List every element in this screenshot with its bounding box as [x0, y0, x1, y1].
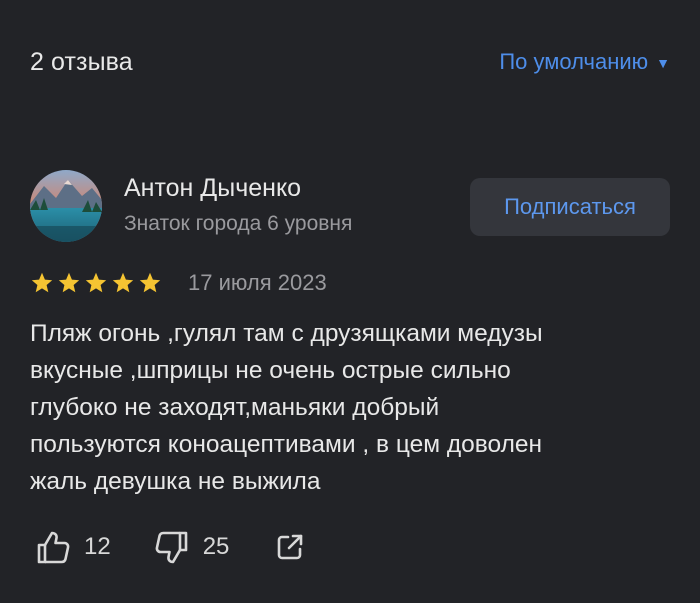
review-text-line: жаль девушка не выжила [30, 468, 321, 495]
rating-stars [30, 271, 162, 295]
thumbs-down-icon [155, 531, 188, 564]
star-icon [31, 272, 53, 293]
reviews-header: 2 отзыва По умолчанию ▼ [30, 42, 670, 82]
star-icon [139, 272, 161, 293]
sort-dropdown[interactable]: По умолчанию ▼ [499, 49, 670, 75]
avatar[interactable] [30, 170, 102, 242]
likes-count: 12 [84, 533, 111, 560]
review-text-line: пользуются коноацептивами , в цем доволе… [30, 431, 543, 458]
sort-label: По умолчанию [499, 49, 649, 74]
thumbs-up-icon [37, 531, 70, 564]
review-text-line: вкусные ,шприцы не очень острые сильно [30, 357, 511, 384]
review-text: Пляж огонь ,гулял там с друзящками медуз… [30, 315, 670, 500]
dislike-button[interactable]: 25 [153, 528, 230, 566]
review-actions: 12 25 [30, 528, 305, 566]
author-status: Знаток города 6 уровня [124, 212, 353, 235]
reviews-count: 2 отзыва [30, 47, 133, 76]
star-icon [58, 272, 80, 293]
share-icon [278, 534, 303, 560]
dislikes-count: 25 [202, 533, 230, 560]
rating-row: 17 июля 2023 [30, 270, 327, 296]
share-button[interactable] [275, 532, 305, 562]
review-date: 17 июля 2023 [188, 270, 327, 295]
subscribe-button[interactable]: Подписаться [470, 178, 670, 236]
like-button[interactable]: 12 [34, 528, 111, 566]
review-text-line: Пляж огонь ,гулял там с друзящками медуз… [30, 320, 543, 347]
author-name[interactable]: Антон Дыченко [124, 174, 301, 203]
review-text-line: глубоко не заходят,маньяки добрый [30, 394, 440, 421]
star-icon [112, 272, 134, 293]
avatar-image [30, 170, 102, 242]
chevron-down-icon: ▼ [656, 55, 670, 71]
star-icon [85, 272, 107, 293]
